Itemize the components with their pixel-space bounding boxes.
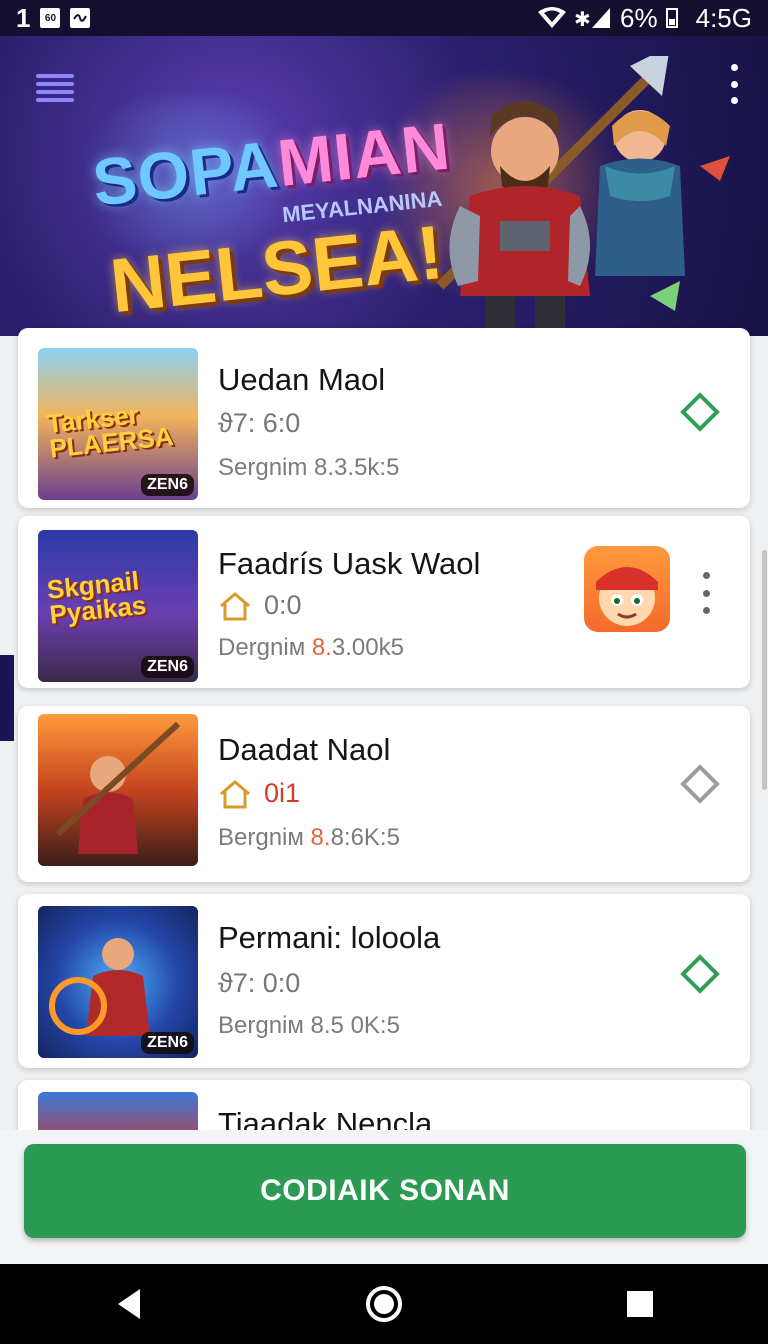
list-item[interactable]: Skgnail Pyaikas ZEN6 Faadrís Uask Waol 0… (18, 516, 750, 688)
item-title: Uedan Maol (218, 362, 386, 397)
recents-square-icon[interactable] (615, 1279, 665, 1329)
game-thumbnail: ZEN6 (38, 906, 198, 1058)
hamburger-icon[interactable] (36, 74, 74, 102)
app-screen: 1 60 ✱ 6% 4:5G SOPAMIAN MEYALNANINA NELS… (0, 0, 768, 1344)
item-meta: 0:0 (218, 590, 302, 621)
thumb-label: Skgnail Pyaikas (45, 565, 148, 630)
list-item[interactable]: Daadat Naol 0i1 Bergniм 8.8:6K:5 (18, 706, 750, 882)
item-subtitle: Dergniм 8.3.00k5 (218, 634, 404, 661)
home-circle-icon[interactable] (359, 1279, 409, 1329)
signal-icon: ✱ (574, 7, 611, 30)
clock: 4:5G (695, 2, 752, 33)
diamond-icon[interactable] (680, 392, 720, 432)
item-subtitle: Bergniм 8.8:6K:5 (218, 824, 400, 851)
thumb-badge: ZEN6 (141, 656, 194, 678)
thumb-badge: ZEN6 (141, 474, 194, 496)
notification-icon: 60 (40, 8, 61, 28)
item-title: Faadrís Uask Waol (218, 546, 481, 581)
game-list: Tarkser PLAERSA ZEN6 Uedan Maol ϑ7: 6:0 … (14, 322, 754, 1160)
side-tab (0, 655, 14, 741)
hero-warrior-illustration (436, 56, 730, 336)
svg-text:✱: ✱ (574, 7, 591, 30)
back-triangle-icon[interactable] (103, 1279, 153, 1329)
bottom-action-area: CODIAIK SONAN (0, 1130, 768, 1264)
more-vertical-icon[interactable] (702, 572, 710, 614)
diamond-icon[interactable] (680, 954, 720, 994)
avatar-icon[interactable] (584, 546, 670, 632)
item-subtitle: Sergnim 8.3.5k:5 (218, 454, 400, 481)
status-left: 1 60 (16, 2, 91, 34)
item-meta: 0i1 (218, 778, 300, 809)
list-item[interactable]: Tarkser PLAERSA ZEN6 Uedan Maol ϑ7: 6:0 … (18, 328, 750, 508)
home-outline-icon (220, 591, 250, 620)
status-bar: 1 60 ✱ 6% 4:5G (0, 0, 768, 36)
battery-icon (665, 8, 678, 28)
status-right: ✱ 6% 4:5G (538, 3, 752, 34)
item-title: Permani: loloola (218, 920, 441, 955)
home-outline-icon (220, 779, 250, 808)
scrollbar[interactable] (762, 550, 767, 790)
game-thumbnail: Tarkser PLAERSA ZEN6 (38, 348, 198, 500)
primary-action-button[interactable]: CODIAIK SONAN (24, 1144, 746, 1238)
status-number: 1 (16, 2, 31, 33)
item-meta: ϑ7: 0:0 (218, 968, 301, 998)
system-nav-bar (0, 1264, 768, 1344)
game-thumbnail (38, 714, 198, 866)
hero-banner: SOPAMIAN MEYALNANINA NELSEA! (0, 36, 768, 336)
item-subtitle: Bergniм 8.5 0K:5 (218, 1012, 400, 1039)
item-title: Daadat Naol (218, 732, 391, 767)
battery-percent: 6% (620, 2, 658, 33)
diamond-icon[interactable] (680, 764, 720, 804)
list-item[interactable]: ZEN6 Permani: loloola ϑ7: 0:0 Bergniм 8.… (18, 894, 750, 1068)
thumb-label: Tarkser PLAERSA (45, 399, 175, 464)
item-meta: ϑ7: 6:0 (218, 408, 301, 438)
thumb-badge: ZEN6 (141, 1032, 194, 1054)
game-thumbnail: Skgnail Pyaikas ZEN6 (38, 530, 198, 682)
app-notification-icon (70, 8, 91, 28)
wifi-icon (538, 7, 567, 28)
